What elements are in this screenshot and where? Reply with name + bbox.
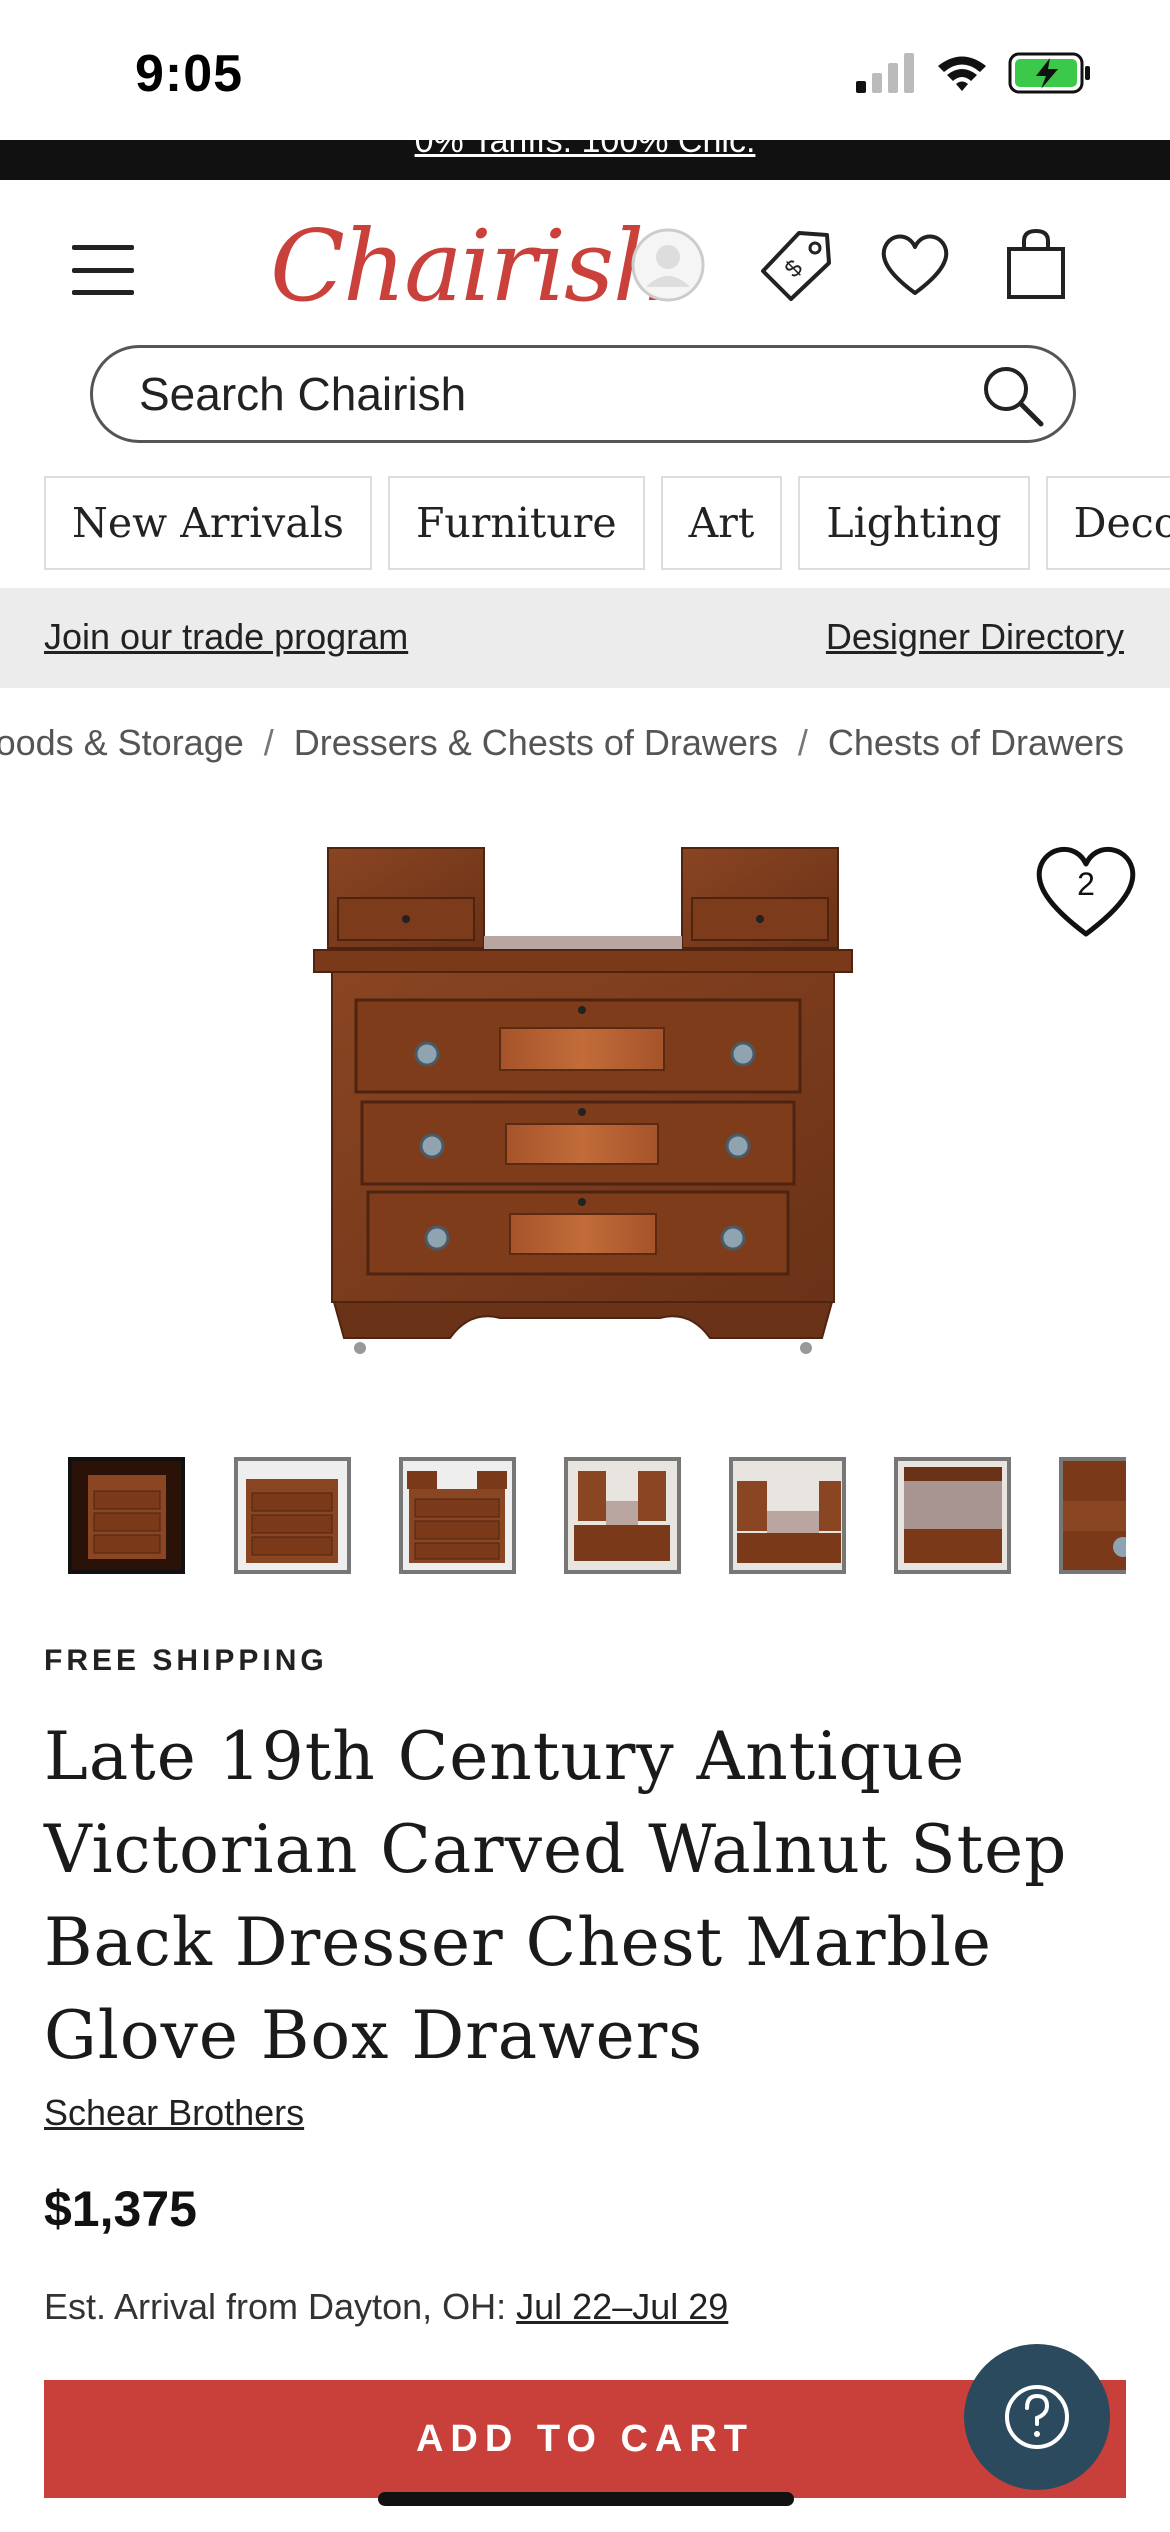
thumbnail-4[interactable] <box>564 1457 681 1574</box>
category-furniture[interactable]: Furniture <box>387 476 645 570</box>
menu-icon[interactable] <box>72 245 134 295</box>
arrival-dates-link[interactable]: Jul 22–Jul 29 <box>516 2286 728 2327</box>
home-indicator <box>378 2492 794 2506</box>
product-title: Late 19th Century Antique Victorian Carv… <box>44 1718 1068 2074</box>
wifi-icon <box>938 56 986 91</box>
search-bar[interactable] <box>90 345 1076 443</box>
search-icon[interactable] <box>979 362 1045 428</box>
category-art[interactable]: Art <box>660 476 783 570</box>
breadcrumb-item[interactable]: Dressers & Chests of Drawers <box>294 722 778 763</box>
category-decor[interactable]: Decor <box>1045 476 1170 570</box>
breadcrumb-item[interactable]: oods & Storage <box>0 722 244 763</box>
promo-text[interactable]: 0% Tariffs. 100% Chic. <box>0 140 1170 161</box>
thumbnail-2[interactable] <box>234 1457 351 1574</box>
search-input[interactable] <box>139 348 939 440</box>
site-header: Chairish $ <box>0 180 1170 345</box>
account-icon[interactable] <box>628 225 708 305</box>
thumbnail-6[interactable] <box>894 1457 1011 1574</box>
breadcrumb-separator: / <box>797 722 808 763</box>
category-lighting[interactable]: Lighting <box>798 476 1030 570</box>
brand-link[interactable]: Schear Brothers <box>44 2092 304 2134</box>
svg-text:$: $ <box>780 255 809 284</box>
estimated-arrival: Est. Arrival from Dayton, OH: Jul 22–Jul… <box>44 2286 728 2328</box>
shopping-bag-icon[interactable] <box>996 225 1076 305</box>
trade-bar: Join our trade program Designer Director… <box>0 588 1170 688</box>
signal-icon <box>856 53 914 93</box>
wishlist-heart-icon[interactable] <box>875 225 955 305</box>
favorite-count: 2 <box>1077 866 1095 902</box>
status-time: 9:05 <box>135 45 244 103</box>
battery-charging-icon <box>1008 52 1090 94</box>
trade-program-link[interactable]: Join our trade program <box>44 616 408 658</box>
status-bar: 9:05 <box>0 0 1170 140</box>
thumbnail-7[interactable] <box>1059 1457 1126 1574</box>
chairish-logo[interactable]: Chairish <box>270 210 675 324</box>
free-shipping-badge: FREE SHIPPING <box>44 1644 328 1677</box>
breadcrumb-item[interactable]: Chests of Drawers <box>828 722 1124 763</box>
status-icons <box>856 52 1092 94</box>
product-price: $1,375 <box>44 2181 197 2237</box>
breadcrumb: oods & Storage / Dressers & Chests of Draw… <box>0 722 1170 772</box>
breadcrumb-separator: / <box>263 722 274 763</box>
thumbnail-1[interactable] <box>68 1457 185 1574</box>
category-nav: New Arrivals Furniture Art Lighting Deco… <box>44 476 1170 572</box>
favorite-button[interactable]: 2 <box>1030 838 1142 942</box>
arrival-label: Est. Arrival from Dayton, OH: <box>44 2286 507 2327</box>
designer-directory-link[interactable]: Designer Directory <box>826 616 1124 658</box>
thumbnail-5[interactable] <box>729 1457 846 1574</box>
price-tag-icon[interactable]: $ <box>755 225 835 305</box>
thumbnail-3[interactable] <box>399 1457 516 1574</box>
thumbnail-strip <box>68 1457 1126 1575</box>
promo-banner[interactable]: 0% Tariffs. 100% Chic. <box>0 140 1170 180</box>
category-new-arrivals[interactable]: New Arrivals <box>44 476 372 570</box>
help-button[interactable] <box>964 2344 1110 2490</box>
help-question-icon <box>1005 2385 1069 2449</box>
product-main-image[interactable] <box>300 840 860 1370</box>
